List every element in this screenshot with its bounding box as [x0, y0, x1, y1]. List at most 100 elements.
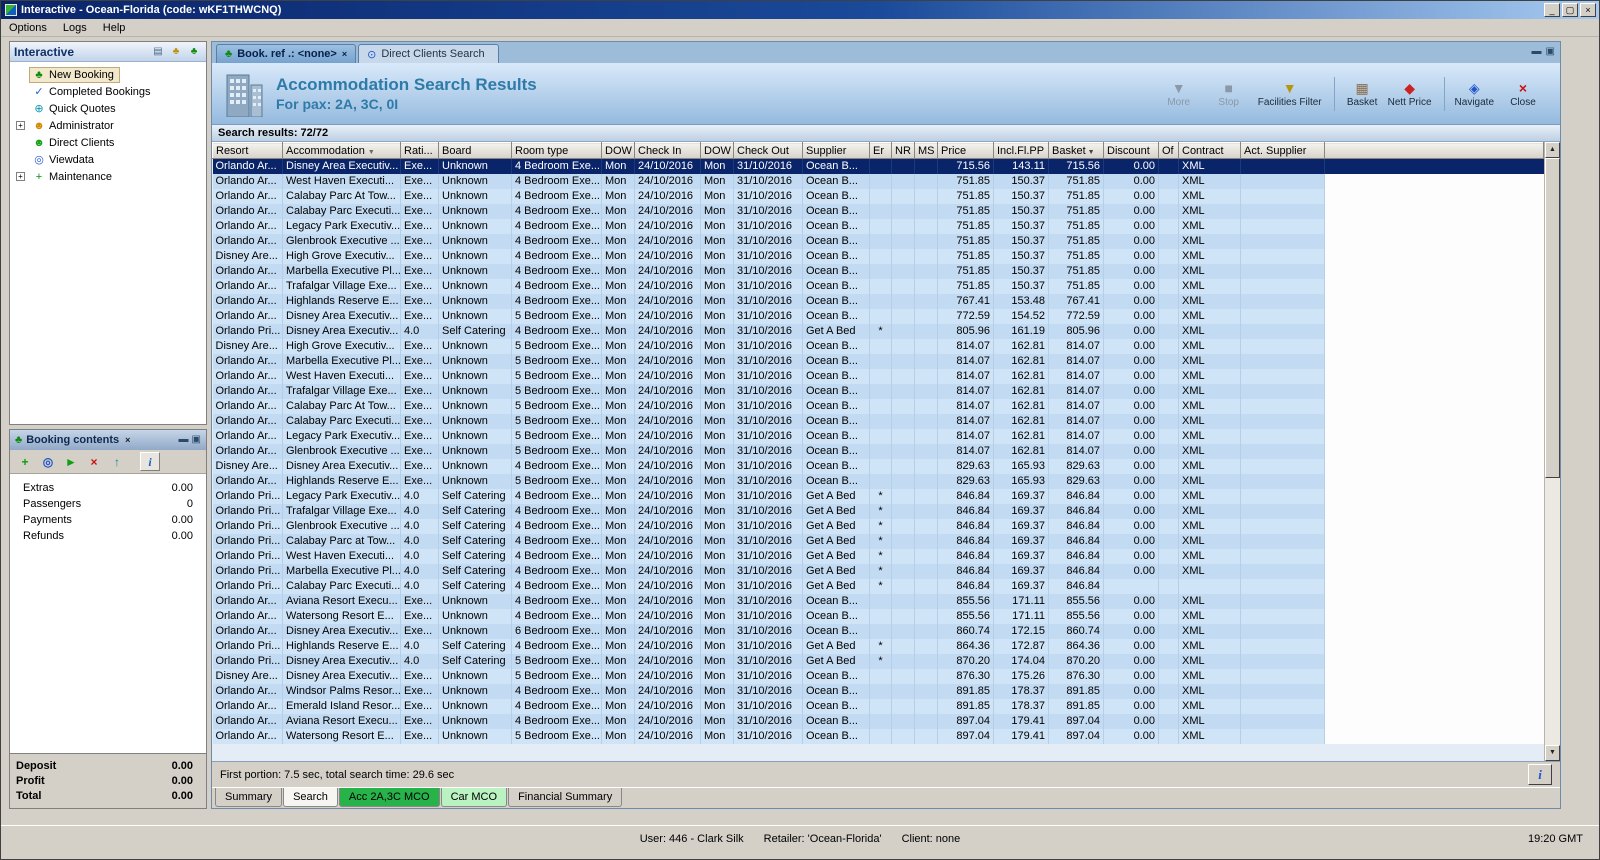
table-row[interactable]: Orlando Ar... Calabay Parc Executi... Exe.… — [212, 413, 1544, 429]
column-header-room-type[interactable]: Room type — [511, 142, 602, 159]
table-row[interactable]: Orlando Ar... Legacy Park Executiv... Exe.… — [212, 218, 1544, 234]
table-row[interactable]: Orlando Ar... Windsor Palms Resor... Exe..… — [212, 683, 1544, 699]
facilities-filter-button[interactable]: ▼ Facilities Filter — [1254, 77, 1326, 111]
column-header-check-in[interactable]: Check In — [634, 142, 701, 159]
more-button[interactable]: ▼ More — [1154, 77, 1204, 111]
basket-button[interactable]: ▦ Basket — [1333, 76, 1384, 111]
tab-booking-ref[interactable]: ♣ Book. ref .: <none> × — [216, 44, 357, 63]
booking-info-button[interactable]: i — [140, 452, 160, 471]
expand-icon[interactable]: + — [16, 172, 25, 181]
sidebar-item-quick-quotes[interactable]: ⊕ Quick Quotes — [10, 100, 206, 117]
tabgroup-minimize-button[interactable]: ▬ — [1532, 46, 1542, 58]
sidebar-item-maintenance[interactable]: + + Maintenance — [10, 168, 206, 185]
table-row[interactable]: Orlando Pri... Calabay Parc at Tow... 4.0 S… — [212, 533, 1544, 549]
panel-layout-button[interactable]: ▤ — [150, 45, 166, 59]
booking-close-icon[interactable]: × — [125, 435, 130, 445]
table-row[interactable]: Orlando Ar... Highlands Reserve E... Exe..… — [212, 293, 1544, 309]
table-row[interactable]: Orlando Ar... Watersong Resort E... Exe...… — [212, 728, 1544, 744]
tab-summary[interactable]: Summary — [215, 788, 283, 807]
tab-car-mco[interactable]: Car MCO — [440, 788, 508, 807]
table-row[interactable]: Disney Are... High Grove Executiv... Exe..… — [212, 248, 1544, 264]
column-header-of[interactable]: Of — [1158, 142, 1179, 159]
column-header-contract[interactable]: Contract — [1178, 142, 1241, 159]
filter-funnel-icon[interactable]: ▼ — [368, 149, 375, 156]
table-row[interactable]: Orlando Ar... Glenbrook Executive ... Exe.… — [212, 443, 1544, 459]
table-row[interactable]: Orlando Ar... Disney Area Executiv... Exe.… — [212, 308, 1544, 324]
table-row[interactable]: Orlando Ar... Aviana Resort Execu... Exe..… — [212, 593, 1544, 609]
stop-button[interactable]: ■ Stop — [1204, 77, 1254, 111]
scrollbar-thumb[interactable] — [1545, 158, 1560, 478]
tab-acc-2a3c-mco[interactable]: Acc 2A,3C MCO — [338, 788, 440, 807]
panel-palm-green-button[interactable]: ♣ — [186, 45, 202, 59]
scroll-up-icon[interactable]: ▲ — [1545, 142, 1560, 158]
column-header-ms[interactable]: MS — [914, 142, 938, 159]
table-row[interactable]: Disney Are... Disney Area Executiv... Exe.… — [212, 458, 1544, 474]
table-row[interactable]: Orlando Pri... Legacy Park Executiv... 4.0… — [212, 488, 1544, 504]
table-row[interactable]: Orlando Pri... Glenbrook Executive ... 4.0… — [212, 518, 1544, 534]
nett-price-button[interactable]: ◆ Nett Price — [1384, 77, 1436, 111]
sidebar-item-direct-clients[interactable]: ☻ Direct Clients — [10, 134, 206, 151]
table-row[interactable]: Orlando Ar... Calabay Parc Executi... Exe.… — [212, 203, 1544, 219]
sidebar-item-administrator[interactable]: + ☻ Administrator — [10, 117, 206, 134]
booking-contents-row[interactable]: Refunds 0.00 — [10, 528, 206, 544]
table-row[interactable]: Orlando Pri... Trafalgar Village Exe... 4.… — [212, 503, 1544, 519]
options-menu[interactable]: Options — [1, 20, 55, 36]
column-header-incl-fl-pp[interactable]: Incl.Fl.PP — [993, 142, 1049, 159]
booking-contents-row[interactable]: Extras 0.00 — [10, 480, 206, 496]
table-row[interactable]: Orlando Ar... Glenbrook Executive ... Exe.… — [212, 233, 1544, 249]
column-header-dow[interactable]: DOW — [601, 142, 635, 159]
table-row[interactable]: Orlando Pri... Disney Area Executiv... 4.0… — [212, 323, 1544, 339]
help-menu[interactable]: Help — [95, 20, 134, 36]
table-row[interactable]: Orlando Ar... Calabay Parc At Tow... Exe..… — [212, 188, 1544, 204]
column-header-accommodation[interactable]: Accommodation ▼ — [282, 142, 401, 159]
booking-up-button[interactable]: ↑ — [107, 452, 127, 471]
table-row[interactable]: Orlando Ar... Marbella Executive Pl... Exe… — [212, 353, 1544, 369]
table-row[interactable]: Orlando Ar... West Haven Executi... Exe...… — [212, 173, 1544, 189]
table-row[interactable]: Orlando Ar... Trafalgar Village Exe... Exe… — [212, 383, 1544, 399]
panel-palm-yellow-button[interactable]: ♣ — [168, 45, 184, 59]
column-header-act-supplier[interactable]: Act. Supplier — [1240, 142, 1325, 159]
table-row[interactable]: Orlando Ar... Emerald Island Resor... Exe.… — [212, 698, 1544, 714]
sidebar-item-completed-bookings[interactable]: ✓ Completed Bookings — [10, 83, 206, 100]
expand-icon[interactable]: + — [16, 121, 25, 130]
column-header-board[interactable]: Board — [438, 142, 512, 159]
table-row[interactable]: Orlando Pri... Calabay Parc Executi... 4.0… — [212, 578, 1544, 594]
column-header-discount[interactable]: Discount — [1103, 142, 1159, 159]
table-row[interactable]: Orlando Ar... Marbella Executive Pl... Exe… — [212, 263, 1544, 279]
column-header-basket[interactable]: Basket ▼ — [1048, 142, 1104, 159]
column-header-er[interactable]: Er — [869, 142, 892, 159]
table-row[interactable]: Orlando Pri... Highlands Reserve E... 4.0 S… — [212, 638, 1544, 654]
table-row[interactable]: Disney Are... High Grove Executiv... Exe..… — [212, 338, 1544, 354]
booking-delete-button[interactable]: × — [84, 452, 104, 471]
tabgroup-restore-button[interactable]: ▣ — [1546, 46, 1555, 58]
table-row[interactable]: Orlando Ar... Aviana Resort Execu... Exe..… — [212, 713, 1544, 729]
minimize-button[interactable]: _ — [1544, 3, 1560, 17]
column-header-check-out[interactable]: Check Out — [733, 142, 803, 159]
booking-transfer-button[interactable]: ► — [61, 452, 81, 471]
booking-minimize-button[interactable]: ▬ — [179, 434, 189, 446]
column-header-nr[interactable]: NR — [891, 142, 915, 159]
sidebar-item-viewdata[interactable]: ◎ Viewdata — [10, 151, 206, 168]
table-row[interactable]: Orlando Ar... Disney Area Executiv... Exe.… — [212, 623, 1544, 639]
table-row[interactable]: Orlando Pri... West Haven Executi... 4.0 Se… — [212, 548, 1544, 564]
close-view-button[interactable]: × Close — [1498, 77, 1548, 111]
column-header-resort[interactable]: Resort — [212, 142, 283, 159]
table-row[interactable]: Orlando Ar... Calabay Parc At Tow... Exe..… — [212, 398, 1544, 414]
table-row[interactable]: Orlando Ar... Legacy Park Executiv... Exe.… — [212, 428, 1544, 444]
info-button[interactable]: i — [1528, 764, 1552, 785]
booking-contents-row[interactable]: Payments 0.00 — [10, 512, 206, 528]
column-header-rati-[interactable]: Rati... — [400, 142, 439, 159]
booking-add-button[interactable]: + — [15, 452, 35, 471]
table-row[interactable]: Orlando Ar... Highlands Reserve E... Exe..… — [212, 473, 1544, 489]
tab-financial-summary[interactable]: Financial Summary — [508, 788, 623, 807]
tab-direct-clients-search[interactable]: ⊙ Direct Clients Search — [358, 44, 499, 63]
scroll-down-icon[interactable]: ▼ — [1545, 745, 1560, 761]
table-row[interactable]: Orlando Ar... Watersong Resort E... Exe...… — [212, 608, 1544, 624]
booking-globe-button[interactable]: ◎ — [38, 452, 58, 471]
close-button[interactable]: × — [1580, 3, 1596, 17]
table-row[interactable]: Orlando Pri... Marbella Executive Pl... 4.… — [212, 563, 1544, 579]
navigate-button[interactable]: ◈ Navigate — [1443, 76, 1498, 111]
table-row[interactable]: Disney Are... Disney Area Executiv... Exe.… — [212, 668, 1544, 684]
table-row[interactable]: Orlando Ar... Disney Area Executiv... Exe.… — [212, 158, 1544, 174]
column-header-supplier[interactable]: Supplier — [802, 142, 870, 159]
